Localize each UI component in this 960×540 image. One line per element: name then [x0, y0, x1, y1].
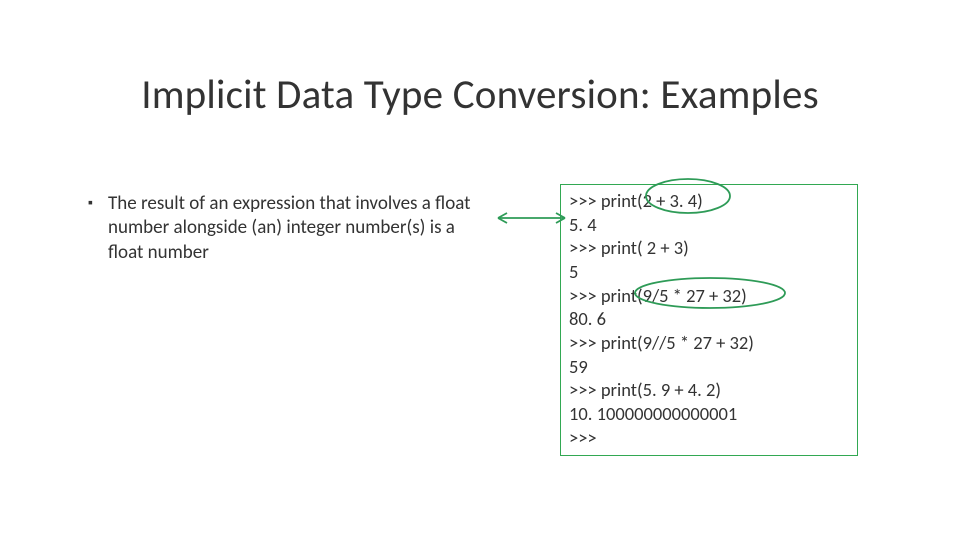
code-line: 10. 100000000000001 [569, 402, 849, 426]
code-line: >>> print(2 + 3. 4) [569, 189, 849, 213]
code-box: >>> print(2 + 3. 4) 5. 4 >>> print( 2 + … [560, 184, 858, 456]
code-line: 5. 4 [569, 213, 849, 237]
slide: Implicit Data Type Conversion: Examples … [0, 0, 960, 540]
code-line: >>> print(9/5 * 27 + 32) [569, 284, 849, 308]
code-line: 5 [569, 260, 849, 284]
code-line: >>> print(5. 9 + 4. 2) [569, 378, 849, 402]
code-line: >>> print(9//5 * 27 + 32) [569, 331, 849, 355]
page-title: Implicit Data Type Conversion: Examples [0, 70, 960, 120]
bullet-marker: ▪ [88, 194, 93, 212]
bullet-item: ▪ The result of an expression that invol… [108, 192, 488, 265]
code-line: 80. 6 [569, 307, 849, 331]
code-line: 59 [569, 355, 849, 379]
code-line: >>> print( 2 + 3) [569, 236, 849, 260]
code-line: >>> [569, 426, 849, 450]
bullet-text: The result of an expression that involve… [108, 192, 471, 264]
arrow-annotation [498, 213, 565, 223]
